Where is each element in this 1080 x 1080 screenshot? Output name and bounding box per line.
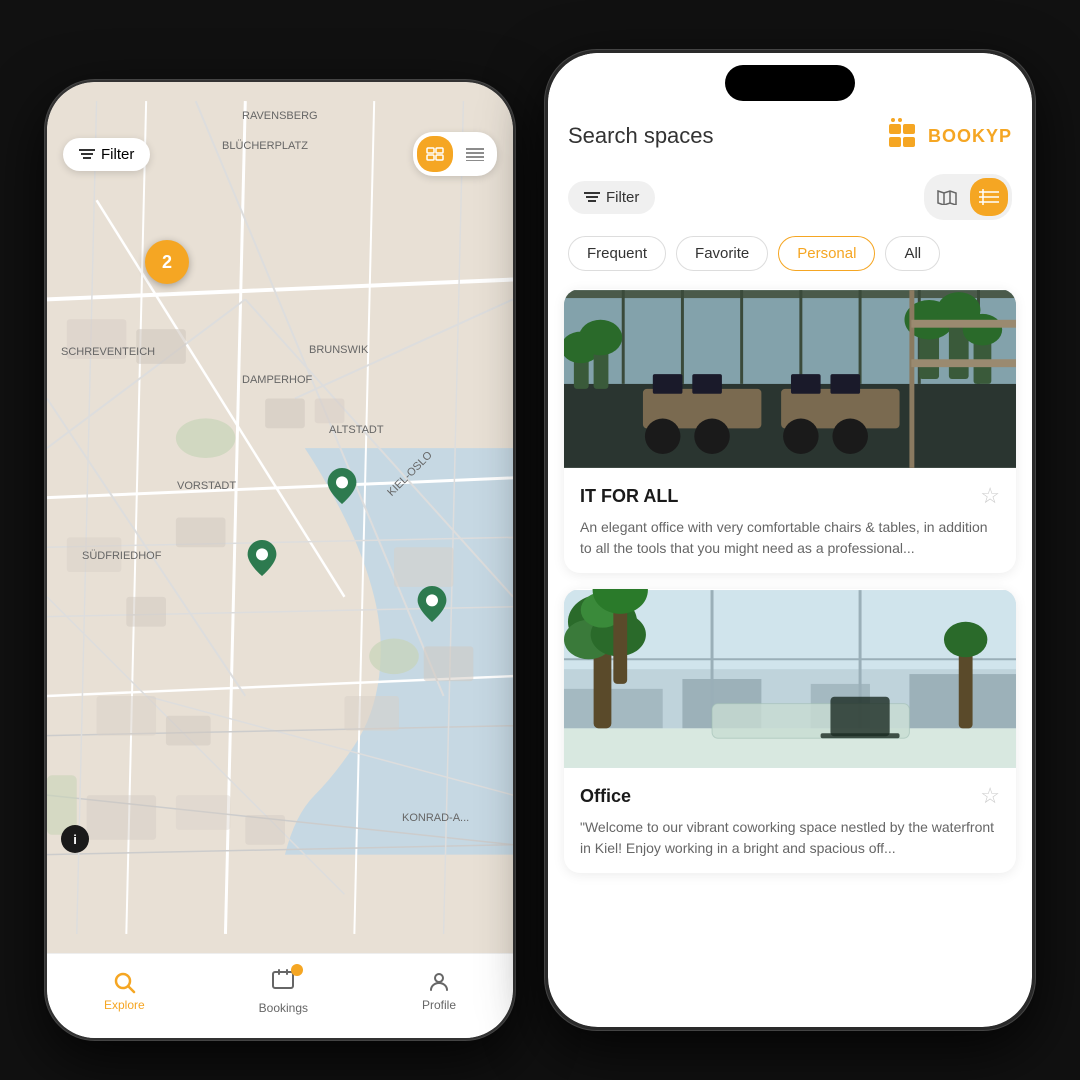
pill-all[interactable]: All [885,236,940,271]
content-list: IT FOR ALL ☆ An elegant office with very… [548,279,1032,1027]
nav-explore[interactable]: Explore [104,970,145,1012]
map-pin-1[interactable] [327,468,357,504]
phone-right: Search spaces BOOKYP [545,50,1035,1030]
view-toggle-group [924,174,1012,220]
map-info-button[interactable]: i [61,825,89,853]
filter-lines-icon [584,191,600,203]
card-image-2 [564,589,1016,769]
nav-bookings-label: Bookings [259,1001,308,1015]
list-icon [466,147,484,161]
scene: RAVENSBERG BLÜCHERPLATZ SCHREVENTEICH BR… [0,0,1080,1080]
office-image-1 [564,289,1016,469]
logo-area: BOOKYP [886,118,1012,154]
favorite-button-1[interactable]: ☆ [980,483,1000,509]
bookings-badge [291,964,303,976]
card-title-1: IT FOR ALL [580,486,678,507]
card-image-1 [564,289,1016,469]
nav-bookings[interactable]: Bookings [259,968,308,1015]
card-title-2: Office [580,786,631,807]
logo-icon [886,118,922,154]
card-desc-1: An elegant office with very comfortable … [580,517,1000,559]
map-cluster-marker[interactable]: 2 [145,240,189,284]
grid-view-toggle[interactable] [970,178,1008,216]
pill-personal[interactable]: Personal [778,236,875,271]
card-content-1: IT FOR ALL ☆ An elegant office with very… [564,469,1016,573]
card-content-2: Office ☆ "Welcome to our vibrant coworki… [564,769,1016,873]
pill-favorite[interactable]: Favorite [676,236,768,271]
card-title-row-2: Office ☆ [580,783,1000,809]
profile-icon [427,970,451,994]
map-icon [426,147,444,161]
filter-icon [79,148,95,160]
space-card-2: Office ☆ "Welcome to our vibrant coworki… [564,589,1016,873]
map-topbar: Filter [47,82,513,186]
bottom-nav: Explore Bookings [47,953,513,1038]
filter-button-list[interactable]: Filter [568,181,655,214]
nav-profile-label: Profile [422,998,456,1012]
map-view-button[interactable] [417,136,453,172]
logo-text: BOOKYP [928,126,1012,147]
explore-icon [112,970,136,994]
nav-explore-label: Explore [104,998,145,1012]
grid-view-icon [979,189,999,205]
map-view-toggle-group [413,132,497,176]
phone-left: RAVENSBERG BLÜCHERPLATZ SCHREVENTEICH BR… [45,80,515,1040]
map-view-toggle[interactable] [928,178,966,216]
map-area: RAVENSBERG BLÜCHERPLATZ SCHREVENTEICH BR… [47,82,513,953]
office-image-2 [564,589,1016,769]
search-title: Search spaces [568,123,714,149]
map-svg [47,82,513,953]
filter-button-map[interactable]: Filter [63,138,150,171]
map-pin-2[interactable] [247,540,277,576]
pill-frequent[interactable]: Frequent [568,236,666,271]
category-pills: Frequent Favorite Personal All [548,228,1032,279]
favorite-button-2[interactable]: ☆ [980,783,1000,809]
dynamic-island [725,65,855,101]
map-pin-3[interactable] [417,586,447,622]
nav-profile[interactable]: Profile [422,970,456,1012]
filter-row: Filter [548,166,1032,228]
list-view-button[interactable] [457,136,493,172]
card-title-row-1: IT FOR ALL ☆ [580,483,1000,509]
card-desc-2: "Welcome to our vibrant coworking space … [580,817,1000,859]
space-card-1: IT FOR ALL ☆ An elegant office with very… [564,289,1016,573]
map-view-icon [937,189,957,205]
